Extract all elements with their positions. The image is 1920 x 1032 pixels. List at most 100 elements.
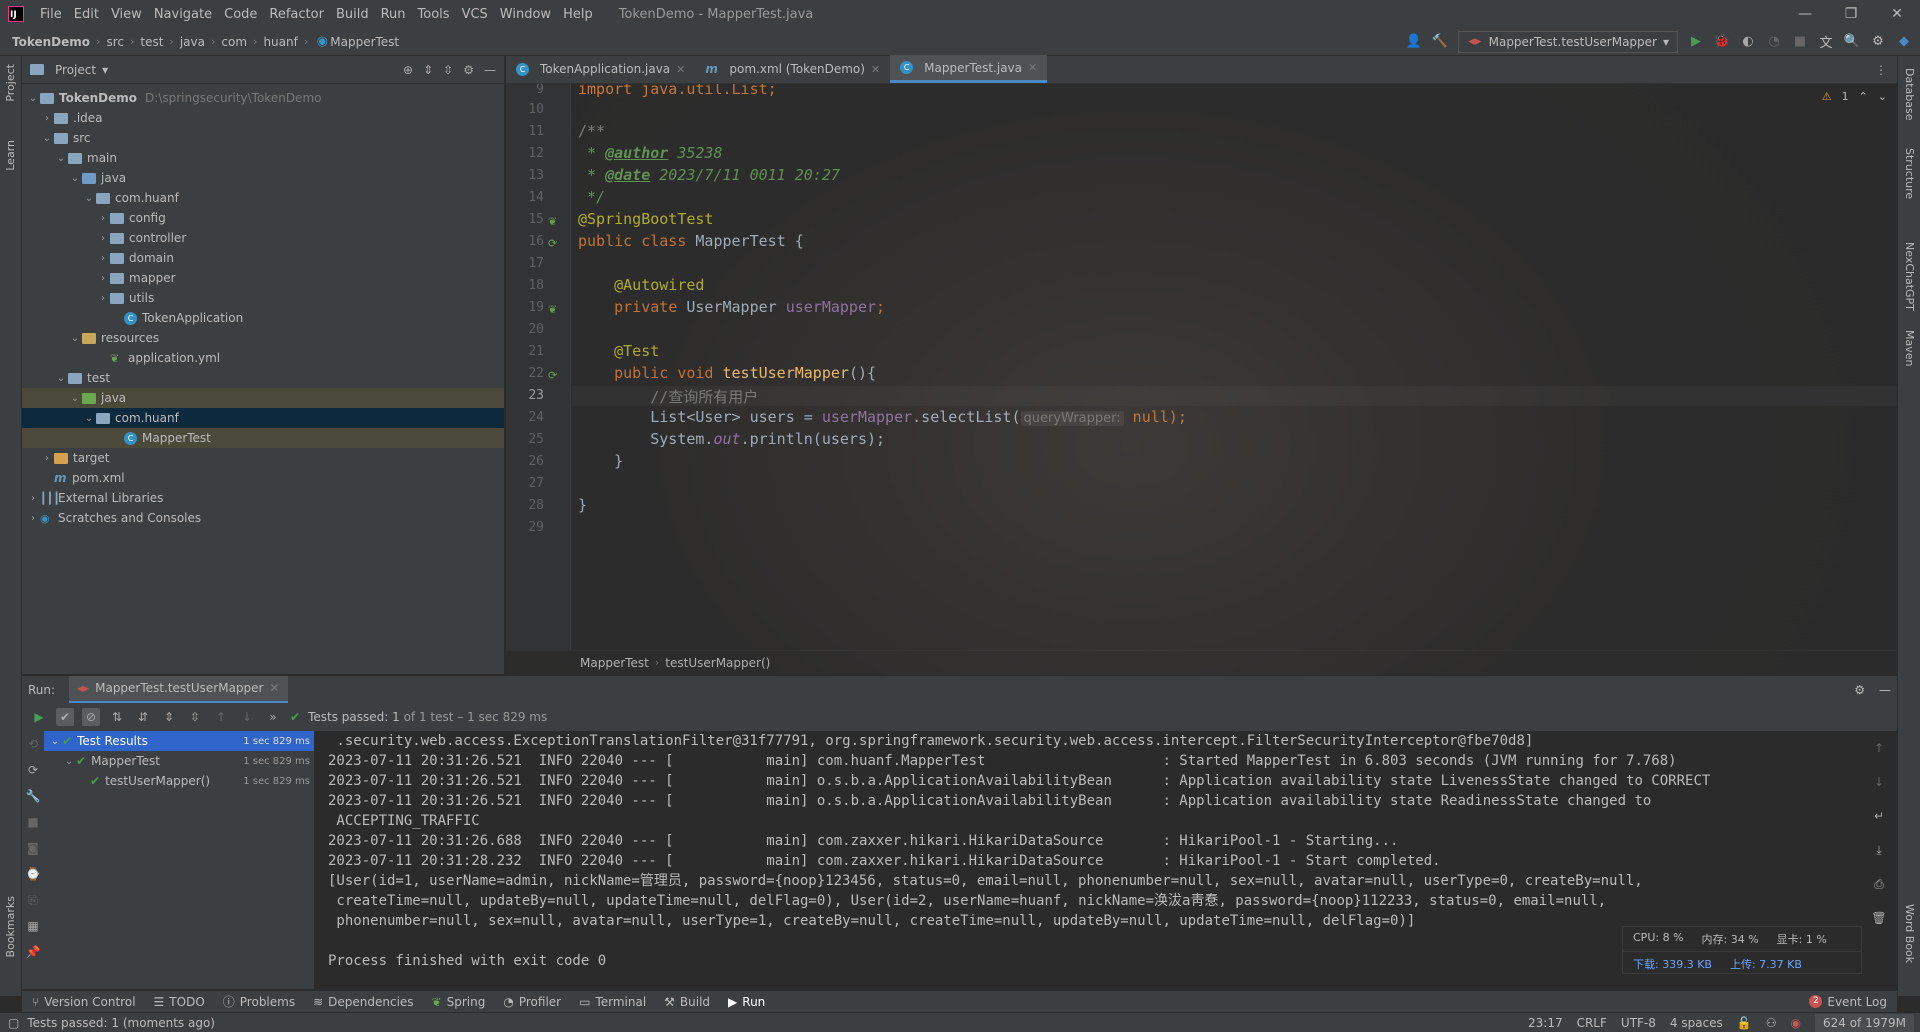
tab-tokenapplication[interactable]: C TokenApplication.java ✕ [506,55,695,83]
maven-tool-tab[interactable]: Maven [1903,330,1916,366]
settings-gear-icon[interactable]: ⚙ [1854,683,1865,697]
tree-item-scratches[interactable]: › ◉ Scratches and Consoles [22,508,504,528]
word-book-tool-tab[interactable]: Word Book [1903,904,1916,963]
breadcrumb-test[interactable]: test [140,35,163,49]
menu-vcs[interactable]: VCS [456,7,494,22]
project-panel-title[interactable]: Project [55,63,96,77]
tool-todo[interactable]: ☰ TODO [154,995,205,1009]
nexchatgpt-tool-tab[interactable]: NexChatGPT [1903,242,1916,311]
run-tab[interactable]: ◂▸ MapperTest.testUserMapper ✕ [69,675,288,704]
test-row-method[interactable]: ✔ testUserMapper() 1 sec 829 ms [44,771,314,791]
sort-alpha-icon[interactable]: ⇅ [108,708,126,726]
chevron-right-icon[interactable]: › [96,273,110,284]
tree-item-test-package[interactable]: ⌄ com.huanf [22,408,504,428]
indent-setting[interactable]: 4 spaces [1670,1016,1723,1030]
tab-mappertest[interactable]: C MapperTest.java ✕ [890,55,1048,83]
chevron-right-icon[interactable]: › [96,213,110,224]
stop-icon[interactable]: ■ [24,813,42,831]
lock-icon[interactable]: 🔓 [1737,1016,1752,1030]
scroll-up-icon[interactable]: ↑ [1870,739,1888,757]
inspection-widget[interactable]: ⚠ 1 ⌃ ⌄ [1822,90,1887,103]
close-icon[interactable]: ✕ [1874,6,1920,22]
settings-gear-icon[interactable]: ⚙ [463,63,474,77]
chevron-right-icon[interactable]: › [40,113,54,124]
spring-bean-icon[interactable]: ❦ [548,215,560,228]
tool-problems[interactable]: ⓘ Problems [223,993,295,1010]
breadcrumb-java[interactable]: java [180,35,205,49]
more-icon[interactable]: » [264,708,282,726]
menu-tools[interactable]: Tools [412,7,456,22]
chevron-down-icon[interactable]: ⌄ [68,173,82,184]
breadcrumb-huanf[interactable]: huanf [263,35,297,49]
autowired-gutter-icon[interactable]: ❦ [548,303,560,316]
chevron-down-icon[interactable]: ⌄ [62,756,76,767]
tree-item-test-java[interactable]: ⌄ java [22,388,504,408]
tab-pom-xml[interactable]: m pom.xml (TokenDemo) ✕ [695,55,890,83]
tree-item-application-yml[interactable]: ❦ application.yml [22,348,504,368]
menu-view[interactable]: View [105,7,148,22]
tree-item-controller[interactable]: › controller [22,228,504,248]
next-test-icon[interactable]: ↓ [238,708,256,726]
tree-item-resources[interactable]: ⌄ resources [22,328,504,348]
tree-item-external-libraries[interactable]: › ┃┃┃ External Libraries [22,488,504,508]
collapse-all-icon[interactable]: ⇳ [186,708,204,726]
settings-gear-icon[interactable]: ⚙ [1870,34,1886,50]
tree-item-src[interactable]: ⌄ src [22,128,504,148]
tree-item-domain[interactable]: › domain [22,248,504,268]
structure-tool-tab[interactable]: Structure [1903,148,1916,199]
tree-item-main-java[interactable]: ⌄ java [22,168,504,188]
menu-window[interactable]: Window [494,7,557,22]
breadcrumb-class[interactable]: MapperTest [580,656,649,670]
coverage-icon[interactable]: ◐ [1740,34,1756,50]
tool-event-log[interactable]: 2 Event Log [1809,995,1887,1009]
chevron-right-icon[interactable]: › [26,493,40,504]
chevron-down-icon[interactable]: ⌄ [68,393,82,404]
chevron-down-icon[interactable]: ⌄ [1878,90,1887,103]
tool-terminal[interactable]: ▭ Terminal [579,995,646,1009]
learn-tool-tab[interactable]: Learn [4,140,17,171]
caret-position[interactable]: 23:17 [1528,1016,1563,1030]
test-row-results[interactable]: ⌄ ✔ Test Results 1 sec 829 ms [44,731,314,751]
export-icon[interactable]: ⎘ [24,891,42,909]
scroll-down-icon[interactable]: ↓ [1870,773,1888,791]
test-row-class[interactable]: ⌄ ✔ MapperTest 1 sec 829 ms [44,751,314,771]
menu-build[interactable]: Build [330,7,375,22]
people-icon[interactable]: ⚇ [1766,1016,1777,1030]
chevron-down-icon[interactable]: ⌄ [26,93,40,104]
close-tab-icon[interactable]: ✕ [269,681,279,695]
show-passed-icon[interactable]: ✔ [56,708,74,726]
toggle-auto-test-icon[interactable]: ⟳ [24,761,42,779]
menu-file[interactable]: File [34,7,68,22]
tool-profiler[interactable]: ◔ Profiler [503,995,561,1009]
profile-icon[interactable]: ◔ [1766,34,1782,50]
more-tabs-icon[interactable]: ⋮ [1865,63,1897,83]
pin-icon[interactable]: 📌 [24,943,42,961]
trash-icon[interactable]: 🗑 [1870,909,1888,927]
expand-all-icon[interactable]: ⇕ [160,708,178,726]
collapse-all-icon[interactable]: ⇳ [443,63,453,77]
history-icon[interactable]: ⌚ [24,865,42,883]
layout-icon[interactable]: ▦ [24,917,42,935]
run-icon[interactable]: ▶ [1688,34,1704,50]
menu-help[interactable]: Help [557,7,599,22]
run-configuration-select[interactable]: ◂▸ MapperTest.testUserMapper ▾ [1458,30,1678,53]
stop-icon[interactable]: ■ [1792,34,1808,50]
project-tool-tab[interactable]: Project [4,64,17,102]
breadcrumb-mappertest[interactable]: MapperTest [330,35,399,49]
sort-duration-icon[interactable]: ⇵ [134,708,152,726]
tool-version-control[interactable]: ⑂ Version Control [32,995,136,1009]
chevron-down-icon[interactable]: ⌄ [82,193,96,204]
show-ignored-icon[interactable]: ⊘ [82,708,100,726]
chevron-right-icon[interactable]: › [96,233,110,244]
tree-item-pom-xml[interactable]: m pom.xml [22,468,504,488]
toggle-tool-icon[interactable]: ▢ [8,1016,19,1030]
close-tab-icon[interactable]: ✕ [871,63,880,76]
chevron-down-icon[interactable]: ⌄ [48,736,62,747]
line-separator[interactable]: CRLF [1577,1016,1607,1030]
run-test-gutter-icon[interactable]: ⟳ [548,237,560,250]
chevron-down-icon[interactable]: ⌄ [54,153,68,164]
status-message[interactable]: Tests passed: 1 (moments ago) [27,1016,215,1030]
restore-icon[interactable]: ❐ [1828,6,1874,22]
wrench-icon[interactable]: 🔧 [24,787,42,805]
close-tab-icon[interactable]: ✕ [676,63,685,76]
